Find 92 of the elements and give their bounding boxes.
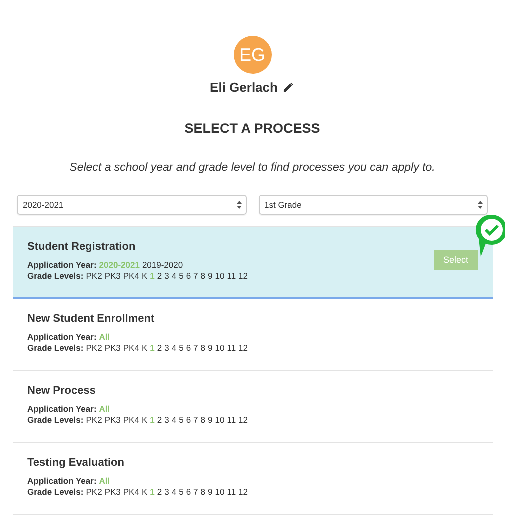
grade-value: PK2 [86, 487, 102, 498]
grade-value: 1 [150, 415, 155, 426]
year-value: All [99, 332, 110, 343]
field-label: Application Year: [28, 404, 97, 415]
grade-value: 5 [179, 343, 184, 354]
grade-value: 6 [186, 343, 192, 354]
grade-value: 11 [227, 271, 236, 282]
grade-value: 12 [238, 415, 248, 426]
grade-value: 7 [194, 487, 198, 498]
process-title: New Process [28, 385, 97, 397]
grade-value: 9 [208, 271, 213, 282]
grade-value: 12 [238, 271, 248, 282]
year-value: All [99, 476, 110, 487]
grade-value: 10 [215, 343, 225, 354]
field-label: Application Year: [28, 260, 97, 271]
grade-value: 1 [150, 487, 155, 498]
grade-value: PK2 [86, 343, 102, 354]
grade-value: 8 [200, 343, 206, 354]
grade-value: 10 [215, 487, 225, 498]
grade-value: 3 [164, 271, 170, 282]
grade-value: 6 [186, 415, 192, 426]
field-label: Grade Levels: [28, 487, 84, 498]
grade-value: 7 [194, 271, 198, 282]
grade-value: PK2 [86, 415, 102, 426]
grade-value: 10 [215, 271, 225, 282]
grade-value: 12 [238, 343, 248, 354]
grade-value: PK3 [104, 415, 121, 426]
grade-value: 2 [157, 415, 162, 426]
grade-value: 10 [215, 415, 225, 426]
grade-value: 3 [164, 343, 170, 354]
field-label: Grade Levels: [28, 271, 84, 282]
grade-value: 12 [238, 487, 248, 498]
grade-value: 3 [164, 487, 170, 498]
field-label: Application Year: [28, 476, 97, 487]
grade-value: 6 [186, 271, 192, 282]
grade-value: 5 [179, 415, 184, 426]
grade-value: K [142, 343, 148, 354]
grade-value: 7 [194, 343, 198, 354]
dropdown-select[interactable]: 1st Grade [258, 195, 488, 215]
grade-value: PK3 [104, 343, 121, 354]
page-heading: SELECT A PROCESS [184, 121, 320, 136]
grade-value: 2 [157, 343, 162, 354]
grade-value: 9 [208, 343, 213, 354]
grade-value: 1 [150, 343, 155, 354]
grade-value: 11 [227, 487, 236, 498]
grade-value: K [142, 271, 148, 282]
grade-value: PK3 [104, 487, 121, 498]
year-value: 2019-2020 [142, 260, 184, 271]
grade-value: 11 [227, 343, 236, 354]
year-value: 2020-2021 [99, 260, 140, 271]
process-title: Student Registration [28, 241, 137, 253]
grade-value: 4 [172, 415, 177, 426]
grade-value: 2 [157, 271, 162, 282]
grade-value: 9 [208, 415, 213, 426]
grade-value: K [142, 415, 148, 426]
grade-value: 3 [164, 415, 170, 426]
grade-value: PK4 [123, 487, 140, 498]
grade-value: PK4 [123, 343, 140, 354]
grade-value: K [142, 487, 148, 498]
field-label: Grade Levels: [28, 343, 84, 354]
grade-value: 2 [157, 487, 162, 498]
grade-value: 7 [194, 415, 198, 426]
grade-value: 4 [172, 343, 177, 354]
instructions-text: Select a school year and grade level to find processes you can apply to. [70, 162, 436, 174]
field-label: Grade Levels: [28, 415, 84, 426]
grade-value: PK4 [123, 415, 140, 426]
process-title: Testing Evaluation [28, 457, 126, 469]
updown-caret-icon [478, 201, 483, 209]
grade-value: 8 [200, 271, 206, 282]
user-avatar: EG [234, 36, 272, 74]
checkmark-badge-icon [474, 213, 505, 259]
dropdown-select[interactable]: 2020-2021 [17, 195, 246, 215]
grade-value: 5 [179, 487, 184, 498]
grade-value: 4 [172, 487, 177, 498]
updown-caret-icon [236, 201, 242, 209]
process-card[interactable]: Student Registration Application Year: 2020-2021 2019-2020 Grade Levels: PK2 PK3 PK4 K 1 2 3 4 5 6 7 8 9 10 11 12 Select [12, 227, 492, 299]
field-label: Application Year: [28, 332, 97, 343]
grade-value: 4 [172, 271, 177, 282]
grade-value: 9 [208, 487, 213, 498]
grade-value: 8 [200, 487, 206, 498]
grade-value: PK3 [104, 271, 121, 282]
grade-value: 11 [227, 415, 236, 426]
grade-value: PK2 [86, 271, 102, 282]
process-title: New Student Enrollment [28, 313, 156, 325]
grade-value: 6 [186, 487, 192, 498]
user-name: Eli Gerlach [210, 80, 278, 95]
pencil-icon[interactable] [282, 81, 295, 94]
grade-value: 5 [179, 271, 184, 282]
year-value: All [99, 404, 110, 415]
grade-value: 8 [200, 415, 206, 426]
grade-value: 1 [150, 271, 155, 282]
grade-value: PK4 [123, 271, 140, 282]
